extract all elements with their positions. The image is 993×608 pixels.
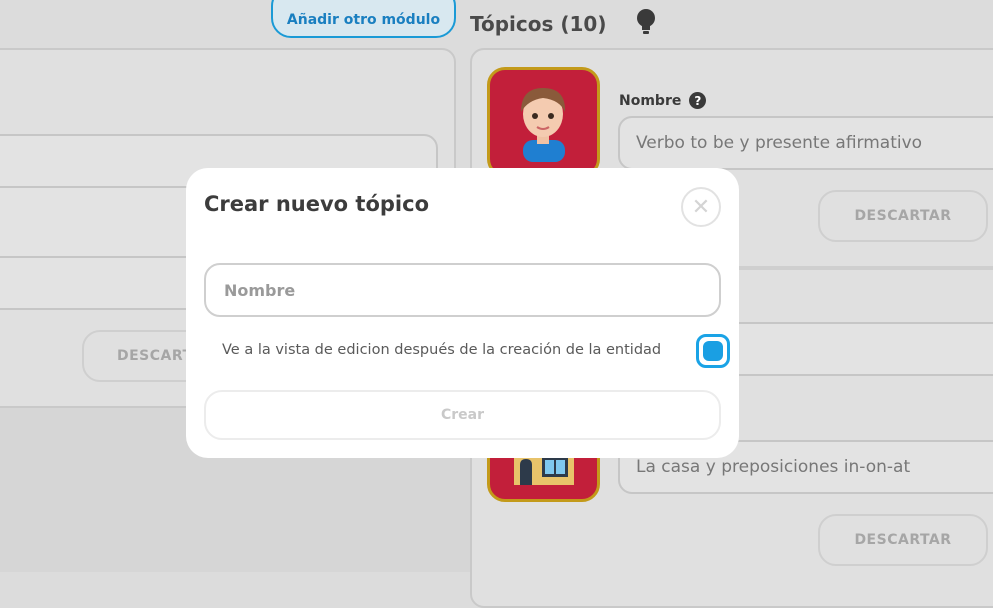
topic-name-field[interactable]: Verbo to be y presente afirmativo — [618, 116, 993, 170]
modal-title: Crear nuevo tópico — [204, 192, 429, 216]
checkbox-checked-indicator — [703, 341, 723, 361]
topic-image-boy[interactable] — [487, 67, 600, 177]
close-icon: ✕ — [691, 194, 711, 220]
topic-name-label: Nombre ? — [619, 92, 707, 109]
edit-view-checkbox-label: Ve a la vista de edicion después de la c… — [222, 342, 662, 358]
topics-title: Tópicos (10) — [470, 12, 607, 36]
add-module-button[interactable]: Añadir otro módulo — [271, 0, 456, 38]
lightbulb-icon[interactable] — [636, 8, 656, 36]
topic-discard-button[interactable]: DESCARTAR — [818, 514, 988, 566]
name-label-text: Nombre — [619, 92, 682, 109]
boy-avatar-icon — [521, 88, 566, 162]
topic-name-input[interactable]: Nombre — [204, 263, 721, 317]
create-button[interactable]: Crear — [204, 390, 721, 440]
edit-view-checkbox[interactable] — [696, 334, 730, 368]
create-topic-modal: Crear nuevo tópico ✕ Nombre Ve a la vist… — [186, 168, 739, 458]
discard-label: DESCART — [117, 348, 193, 364]
topic-discard-button[interactable]: DESCARTAR — [818, 190, 988, 242]
help-icon[interactable]: ? — [689, 92, 707, 109]
close-button[interactable]: ✕ — [681, 187, 721, 227]
